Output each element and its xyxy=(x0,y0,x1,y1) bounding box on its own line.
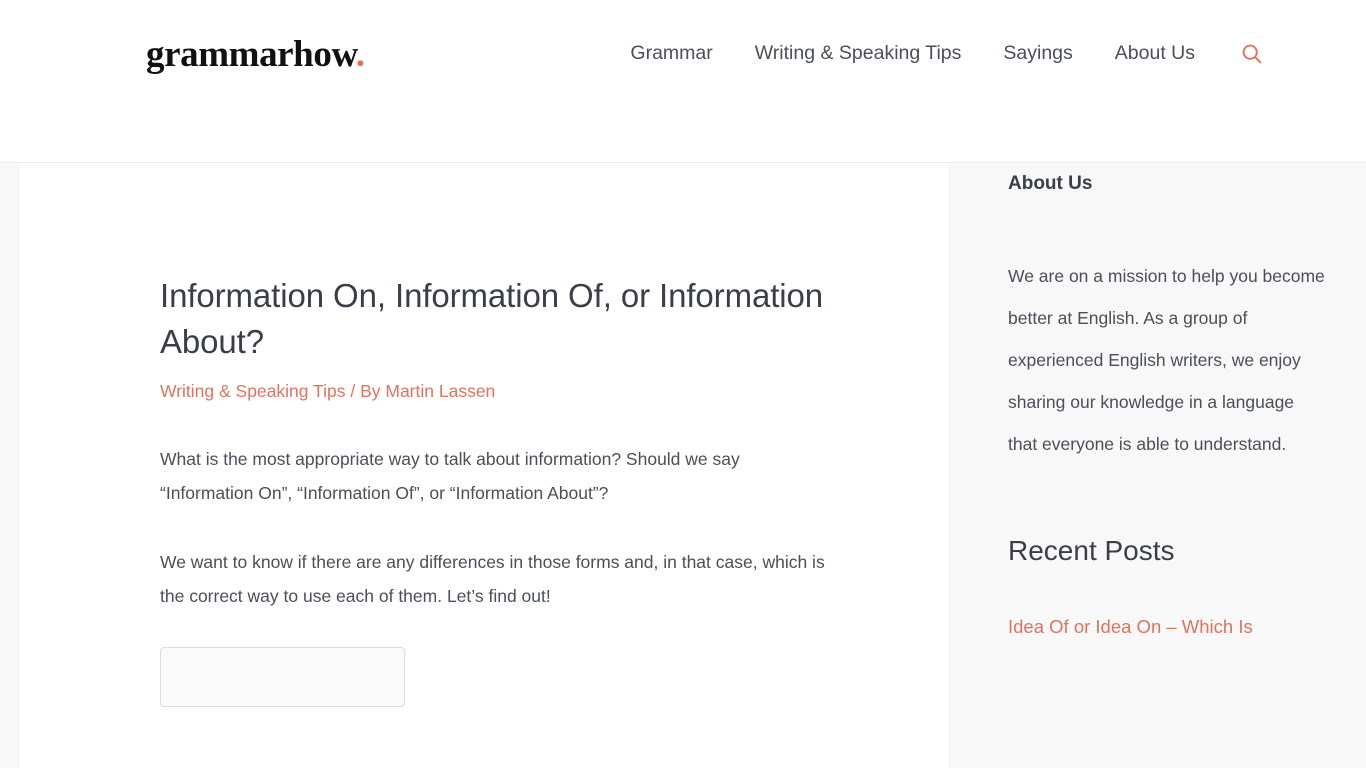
widget-title-recent-posts: Recent Posts xyxy=(1008,534,1175,566)
search-icon[interactable] xyxy=(1238,40,1266,68)
site-logo-dot: . xyxy=(355,33,365,75)
nav-item-about-us[interactable]: About Us xyxy=(1094,44,1216,64)
byline-category-link[interactable]: Writing & Speaking Tips xyxy=(160,381,345,401)
sidebar: About Us We are on a mission to help you… xyxy=(1008,163,1328,641)
page-body: Information On, Information Of, or Infor… xyxy=(0,163,1366,768)
widget-recent-posts: Recent Posts Idea Of or Idea On – Which … xyxy=(1008,533,1328,642)
site-header: grammarhow. Grammar Writing & Speaking T… xyxy=(0,0,1366,163)
table-of-contents-box[interactable] xyxy=(160,646,405,707)
recent-post-link[interactable]: Idea Of or Idea On – Which Is xyxy=(1008,612,1328,642)
header-inner: grammarhow. Grammar Writing & Speaking T… xyxy=(0,0,1366,108)
site-logo[interactable]: grammarhow. xyxy=(146,36,365,73)
article: Information On, Information Of, or Infor… xyxy=(20,163,948,707)
byline-separator: / By xyxy=(350,381,381,402)
article-paragraph-1: What is the most appropriate way to talk… xyxy=(160,449,740,504)
widget-title-about-us: About Us xyxy=(1008,173,1093,194)
site-logo-text: grammarhow xyxy=(146,33,356,75)
page-title: Information On, Information Of, or Infor… xyxy=(160,277,824,360)
nav-item-grammar[interactable]: Grammar xyxy=(609,44,733,64)
nav-item-writing-speaking-tips[interactable]: Writing & Speaking Tips xyxy=(734,44,983,64)
widget-about-us: About Us We are on a mission to help you… xyxy=(1008,172,1328,465)
byline-author-link[interactable]: Martin Lassen xyxy=(385,381,495,401)
main-navigation: Grammar Writing & Speaking Tips Sayings … xyxy=(609,40,1266,68)
content-card: Information On, Information Of, or Infor… xyxy=(20,163,948,768)
byline: Writing & Speaking Tips / By Martin Lass… xyxy=(160,378,828,404)
widget-text-about-us: We are on a mission to help you become b… xyxy=(1008,265,1325,454)
article-paragraph-2: We want to know if there are any differe… xyxy=(160,551,825,606)
nav-item-sayings[interactable]: Sayings xyxy=(982,44,1093,64)
